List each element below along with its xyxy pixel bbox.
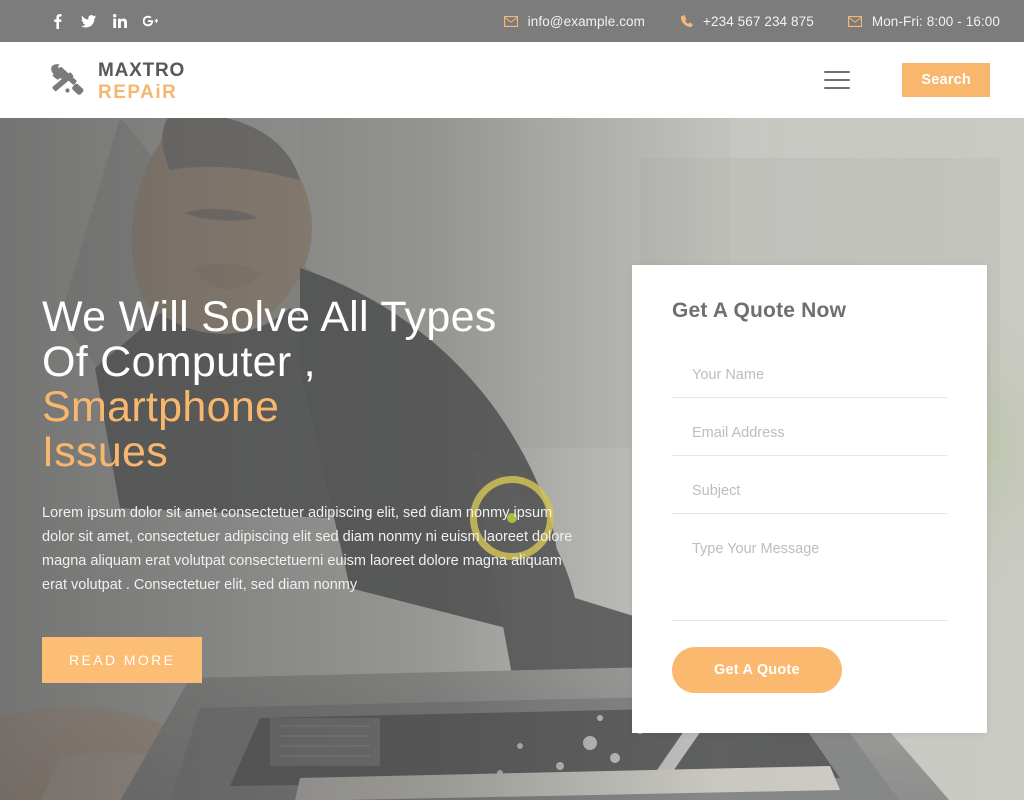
subject-input[interactable]	[672, 477, 947, 514]
hero-title-line2: Of Computer ,	[42, 338, 316, 386]
hamburger-bar	[824, 79, 851, 81]
quote-form-card: Get A Quote Now Get A Quote	[632, 265, 987, 733]
envelope-icon	[848, 15, 863, 28]
contact-phone[interactable]: +234 567 234 875	[679, 14, 814, 29]
contact-info-list: info@example.com +234 567 234 875 Mon-Fr…	[504, 14, 1000, 29]
contact-email[interactable]: info@example.com	[504, 14, 645, 29]
message-textarea[interactable]	[672, 535, 947, 621]
contact-hours[interactable]: Mon-Fri: 8:00 - 16:00	[848, 14, 1000, 29]
header-actions: Search	[824, 63, 1000, 97]
linkedin-icon[interactable]	[112, 13, 127, 29]
contact-hours-text: Mon-Fri: 8:00 - 16:00	[871, 13, 1000, 29]
logo-text-maxtro: MAXTRO	[98, 59, 186, 81]
get-a-quote-button[interactable]: Get A Quote	[672, 647, 842, 693]
hero-title-accent2: Issues	[42, 428, 169, 476]
contact-phone-text: +234 567 234 875	[703, 13, 814, 29]
hamburger-menu-icon[interactable]	[824, 71, 851, 89]
twitter-icon[interactable]	[81, 13, 96, 29]
name-input[interactable]	[672, 361, 947, 398]
hero-title-accent1: Smartphone	[42, 383, 280, 431]
hero-title: We Will Solve All Types Of Computer , Sm…	[42, 295, 497, 475]
search-button[interactable]: Search	[902, 63, 990, 97]
hamburger-bar	[824, 71, 851, 73]
phone-icon	[679, 14, 694, 28]
email-input[interactable]	[672, 419, 947, 456]
wrench-screwdriver-icon	[42, 57, 88, 103]
hero-section: We Will Solve All Types Of Computer , Sm…	[0, 118, 1024, 800]
logo-wordmark: MAXTRO REPAiR	[98, 59, 185, 102]
hero-paragraph: Lorem ipsum dolor sit amet consectetuer …	[42, 505, 573, 593]
quote-form-title: Get A Quote Now	[672, 299, 847, 322]
site-header: MAXTRO REPAiR Search	[0, 42, 1024, 118]
social-links	[50, 13, 158, 29]
facebook-icon[interactable]	[50, 13, 65, 29]
read-more-button[interactable]: READ MORE	[42, 637, 203, 683]
googleplus-icon[interactable]	[143, 13, 158, 29]
envelope-icon	[504, 15, 519, 28]
hero-title-line1: We Will Solve All Types	[42, 293, 497, 341]
contact-email-text: info@example.com	[527, 13, 645, 29]
hamburger-bar	[824, 87, 851, 89]
top-bar: info@example.com +234 567 234 875 Mon-Fr…	[0, 0, 1024, 42]
logo-text-repair: REPAiR	[98, 81, 178, 103]
site-logo[interactable]: MAXTRO REPAiR	[42, 57, 185, 103]
